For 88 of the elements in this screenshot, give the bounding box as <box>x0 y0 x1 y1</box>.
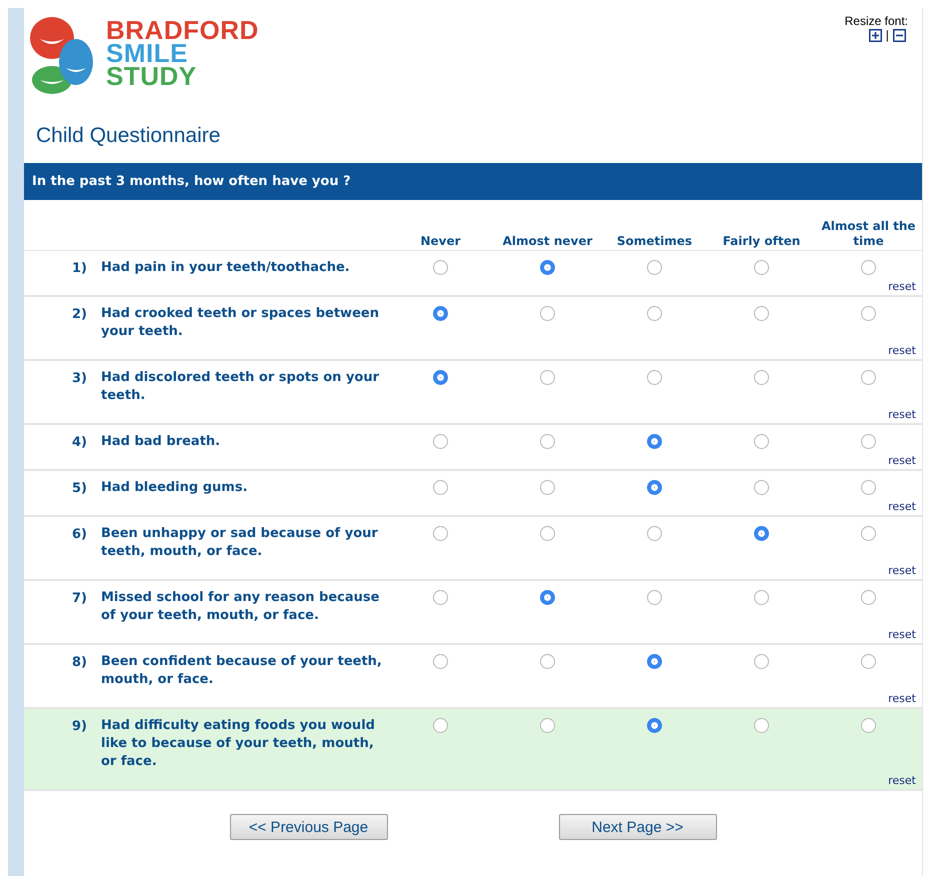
question-text: Had discolored teeth or spots on your teeth. <box>100 369 380 405</box>
question-number: 3) <box>71 370 88 388</box>
section-heading: In the past 3 months, how often have you ? <box>24 163 922 200</box>
question-text: Been unhappy or sad because of your teeth, mouth, or face. <box>100 525 379 561</box>
reset-link[interactable]: reset <box>888 692 916 705</box>
radio-button[interactable] <box>433 434 448 449</box>
question-number: 4) <box>71 434 88 451</box>
radio-button[interactable] <box>540 306 555 321</box>
radio-button[interactable] <box>433 480 448 495</box>
radio-button[interactable] <box>861 526 876 541</box>
radio-button[interactable] <box>647 260 662 275</box>
radio-button[interactable] <box>647 718 662 733</box>
question-number: 5) <box>71 480 88 497</box>
radio-button[interactable] <box>861 480 876 495</box>
radio-button[interactable] <box>754 260 769 275</box>
question-text: Had difficulty eating foods you would like to because of your teeth, mouth, or face. <box>100 717 376 771</box>
logo-text: SMILE <box>106 42 188 64</box>
radio-button[interactable] <box>754 526 769 541</box>
previous-page-button[interactable]: << Previous Page <box>230 814 388 840</box>
radio-button[interactable] <box>647 590 662 605</box>
radio-button[interactable] <box>540 654 555 669</box>
radio-button[interactable] <box>861 718 876 733</box>
logo-text: STUDY <box>106 64 198 88</box>
radio-button[interactable] <box>861 590 876 605</box>
question-text: Had pain in your teeth/toothache. <box>100 259 351 277</box>
reset-link[interactable]: reset <box>888 280 916 293</box>
radio-button[interactable] <box>433 260 448 275</box>
radio-button[interactable] <box>647 526 662 541</box>
column-header: Almost never <box>502 234 594 250</box>
radio-button[interactable] <box>754 306 769 321</box>
zoom-out-icon[interactable] <box>892 28 906 42</box>
radio-button[interactable] <box>433 718 448 733</box>
radio-button[interactable] <box>754 718 769 733</box>
radio-button[interactable] <box>647 480 662 495</box>
separator: | <box>886 28 889 42</box>
radio-button[interactable] <box>540 480 555 495</box>
radio-button[interactable] <box>647 654 662 669</box>
next-page-button[interactable]: Next Page >> <box>558 814 716 840</box>
radio-button[interactable] <box>647 370 662 385</box>
question-number: 8) <box>71 654 88 672</box>
radio-button[interactable] <box>540 260 555 275</box>
radio-button[interactable] <box>861 260 876 275</box>
resize-font-label: Resize font: <box>844 14 908 28</box>
zoom-in-icon[interactable] <box>868 28 882 42</box>
page-title: Child Questionnaire <box>36 124 222 148</box>
radio-button[interactable] <box>540 718 555 733</box>
radio-button[interactable] <box>433 590 448 605</box>
radio-button[interactable] <box>647 434 662 449</box>
radio-button[interactable] <box>433 370 448 385</box>
reset-link[interactable]: reset <box>888 628 916 641</box>
reset-link[interactable]: reset <box>888 774 916 787</box>
question-number: 1) <box>71 260 88 277</box>
column-header: Never <box>419 234 462 250</box>
question-text: Been confident because of your teeth, mouth, or face. <box>100 653 383 689</box>
reset-link[interactable]: reset <box>888 454 916 467</box>
question-text: Missed school for any reason because of your teeth, mouth, or face. <box>100 589 380 625</box>
radio-button[interactable] <box>861 434 876 449</box>
reset-link[interactable]: reset <box>888 344 916 357</box>
radio-button[interactable] <box>754 654 769 669</box>
radio-button[interactable] <box>861 306 876 321</box>
column-header: Fairly often <box>722 234 802 250</box>
question-text: Had bleeding gums. <box>100 479 249 497</box>
reset-link[interactable]: reset <box>888 500 916 513</box>
reset-link[interactable]: reset <box>888 564 916 577</box>
question-number: 2) <box>71 306 88 324</box>
column-header: Almost all the time <box>820 219 917 250</box>
radio-button[interactable] <box>754 370 769 385</box>
radio-button[interactable] <box>540 370 555 385</box>
radio-button[interactable] <box>861 654 876 669</box>
radio-button[interactable] <box>540 434 555 449</box>
radio-button[interactable] <box>861 370 876 385</box>
radio-button[interactable] <box>433 654 448 669</box>
radio-button[interactable] <box>647 306 662 321</box>
question-number: 7) <box>71 590 88 608</box>
logo-text: BRADFORD <box>106 18 259 42</box>
radio-button[interactable] <box>433 306 448 321</box>
question-text: Had bad breath. <box>100 433 222 451</box>
question-number: 6) <box>71 526 88 544</box>
radio-button[interactable] <box>540 590 555 605</box>
radio-button[interactable] <box>754 480 769 495</box>
reset-link[interactable]: reset <box>888 408 916 421</box>
question-number: 9) <box>71 718 88 736</box>
radio-button[interactable] <box>540 526 555 541</box>
question-text: Had crooked teeth or spaces between your teeth. <box>100 305 380 341</box>
column-header: Sometimes <box>616 234 694 250</box>
radio-button[interactable] <box>754 590 769 605</box>
radio-button[interactable] <box>433 526 448 541</box>
radio-button[interactable] <box>754 434 769 449</box>
